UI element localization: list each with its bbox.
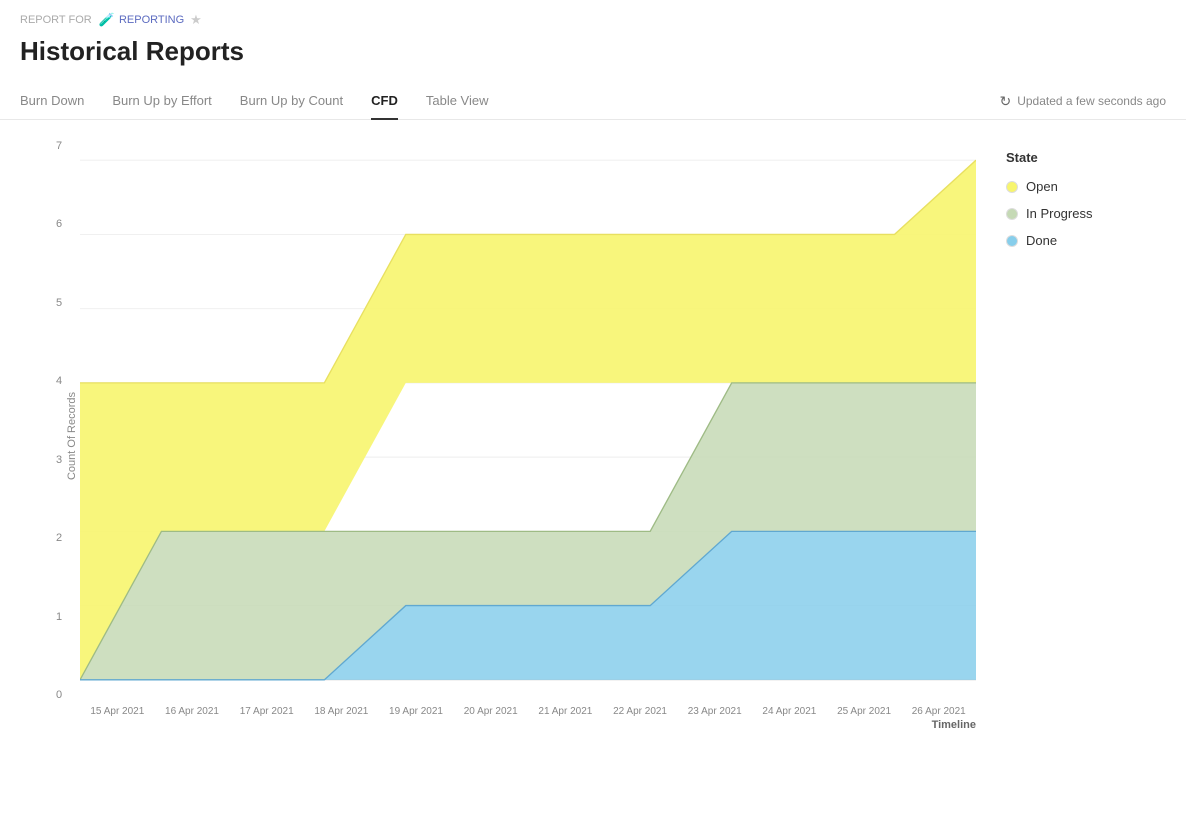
page-title: Historical Reports <box>0 32 1186 67</box>
tab-burn-down[interactable]: Burn Down <box>20 83 84 120</box>
x-label-9: 24 Apr 2021 <box>752 706 827 717</box>
y-label-5: 5 <box>56 297 62 309</box>
y-label-1: 1 <box>56 611 62 623</box>
star-icon[interactable]: ★ <box>190 12 202 28</box>
legend-item-open: Open <box>1006 179 1166 194</box>
refresh-label: Updated a few seconds ago <box>1017 94 1166 108</box>
legend: State Open In Progress Done <box>1006 140 1166 731</box>
report-for-label: REPORT FOR <box>20 14 92 26</box>
refresh-icon[interactable]: ↻ <box>999 93 1011 110</box>
tab-burn-up-count[interactable]: Burn Up by Count <box>240 83 343 120</box>
y-label-7: 7 <box>56 140 62 152</box>
chart-wrapper: Count Of Records 7 6 5 4 3 2 1 0 <box>80 140 976 731</box>
reporting-link[interactable]: 🧪 REPORTING <box>99 12 184 28</box>
y-label-2: 2 <box>56 532 62 544</box>
x-axis-labels: 15 Apr 2021 16 Apr 2021 17 Apr 2021 18 A… <box>80 706 976 717</box>
x-label-3: 18 Apr 2021 <box>304 706 379 717</box>
legend-dot-open <box>1006 181 1018 193</box>
y-label-6: 6 <box>56 218 62 230</box>
y-axis-label: Count Of Records <box>66 391 78 479</box>
x-label-10: 25 Apr 2021 <box>827 706 902 717</box>
refresh-area: ↻ Updated a few seconds ago <box>999 93 1166 110</box>
x-label-7: 22 Apr 2021 <box>603 706 678 717</box>
x-label-0: 15 Apr 2021 <box>80 706 155 717</box>
legend-label-in-progress: In Progress <box>1026 206 1092 221</box>
chart-container: Count Of Records 7 6 5 4 3 2 1 0 <box>0 120 1186 741</box>
x-label-4: 19 Apr 2021 <box>379 706 454 717</box>
legend-item-done: Done <box>1006 233 1166 248</box>
cfd-svg <box>80 140 976 700</box>
x-label-8: 23 Apr 2021 <box>677 706 752 717</box>
x-label-11: 26 Apr 2021 <box>901 706 976 717</box>
tab-cfd[interactable]: CFD <box>371 83 398 120</box>
tab-table-view[interactable]: Table View <box>426 83 489 120</box>
x-axis-title: Timeline <box>80 719 976 731</box>
legend-label-open: Open <box>1026 179 1058 194</box>
tab-burn-up-effort[interactable]: Burn Up by Effort <box>112 83 211 120</box>
chart-area: Count Of Records 7 6 5 4 3 2 1 0 <box>20 140 976 731</box>
y-label-4: 4 <box>56 375 62 387</box>
y-label-0: 0 <box>56 689 62 701</box>
y-label-3: 3 <box>56 454 62 466</box>
x-label-5: 20 Apr 2021 <box>453 706 528 717</box>
legend-dot-in-progress <box>1006 208 1018 220</box>
x-label-1: 16 Apr 2021 <box>155 706 230 717</box>
x-label-2: 17 Apr 2021 <box>229 706 304 717</box>
header-bar: REPORT FOR 🧪 REPORTING ★ <box>0 0 1186 32</box>
tab-bar: Burn Down Burn Up by Effort Burn Up by C… <box>0 83 1186 120</box>
reporting-link-text: REPORTING <box>119 14 184 26</box>
legend-item-in-progress: In Progress <box>1006 206 1166 221</box>
x-label-6: 21 Apr 2021 <box>528 706 603 717</box>
legend-title: State <box>1006 150 1166 165</box>
legend-label-done: Done <box>1026 233 1057 248</box>
legend-dot-done <box>1006 235 1018 247</box>
flask-icon: 🧪 <box>99 12 115 28</box>
